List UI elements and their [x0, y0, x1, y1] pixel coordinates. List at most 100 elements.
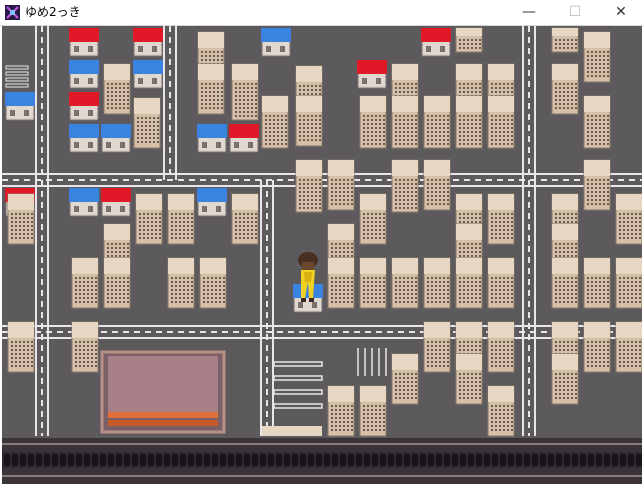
building-roof: [584, 160, 610, 176]
rail-tie: [228, 454, 234, 466]
rail-tie: [628, 454, 634, 466]
house-roof: [133, 60, 163, 74]
building-roof: [424, 160, 450, 176]
building-roof: [488, 194, 514, 210]
rail-tie: [236, 454, 242, 466]
building-roof: [360, 96, 386, 112]
house-window: [106, 206, 111, 212]
rail-tie: [548, 454, 554, 466]
house-roof: [69, 60, 99, 74]
rail-tie: [132, 454, 138, 466]
building-roof: [232, 64, 258, 80]
house-window: [216, 142, 221, 148]
rail-tie: [100, 454, 106, 466]
building-roof: [104, 224, 130, 240]
rail-tie: [428, 454, 434, 466]
building-roof: [584, 258, 610, 274]
building-roof: [296, 160, 322, 176]
rail-tie: [76, 454, 82, 466]
house-window: [120, 142, 125, 148]
house-window: [138, 46, 143, 52]
house-window: [440, 46, 445, 52]
rail-tie: [268, 454, 274, 466]
building-roof: [104, 64, 130, 80]
building-roof: [584, 322, 610, 338]
house-window: [74, 78, 79, 84]
rail-tie: [164, 454, 170, 466]
rail-tie: [596, 454, 602, 466]
rail-tie: [84, 454, 90, 466]
rail-tie: [28, 454, 34, 466]
game-viewport[interactable]: [2, 26, 642, 484]
building-roof: [104, 258, 130, 274]
rail-tie: [108, 454, 114, 466]
house-window: [74, 110, 79, 116]
rail-tie: [4, 454, 10, 466]
rail-tie: [444, 454, 450, 466]
building-roof: [360, 194, 386, 210]
house-window: [152, 78, 157, 84]
house-roof: [357, 60, 387, 74]
building-roof: [488, 322, 514, 338]
house-window: [88, 78, 93, 84]
house-window: [248, 142, 253, 148]
building-roof: [616, 194, 642, 210]
house-roof: [133, 28, 163, 42]
building-roof: [392, 64, 418, 80]
house-window: [120, 206, 125, 212]
rail-tie: [492, 454, 498, 466]
building-roof: [168, 258, 194, 274]
rail-tie: [196, 454, 202, 466]
rail-tie: [44, 454, 50, 466]
rail-tie: [524, 454, 530, 466]
rail-tie: [68, 454, 74, 466]
plaza-steps: [108, 412, 218, 418]
house-roof: [421, 28, 451, 42]
rail-tie: [388, 454, 394, 466]
building-roof: [72, 322, 98, 338]
house-window: [426, 46, 431, 52]
building-roof: [360, 258, 386, 274]
house-window: [234, 142, 239, 148]
building-roof: [584, 96, 610, 112]
rail-tie: [60, 454, 66, 466]
building-roof: [552, 224, 578, 240]
rail-tie: [92, 454, 98, 466]
building-roof: [456, 96, 482, 112]
building-roof: [488, 258, 514, 274]
rail-tie: [612, 454, 618, 466]
rail-tie: [148, 454, 154, 466]
rail-tie: [252, 454, 258, 466]
rail-tie: [412, 454, 418, 466]
rail-tie: [500, 454, 506, 466]
maximize-button[interactable]: ☐: [552, 0, 598, 25]
window-title: ゆめ2っき: [25, 5, 81, 19]
building-roof: [392, 258, 418, 274]
rail-tie: [276, 454, 282, 466]
house-window: [216, 206, 221, 212]
building-roof: [72, 258, 98, 274]
building-roof: [328, 224, 354, 240]
house-roof: [69, 124, 99, 138]
rail-tie: [308, 454, 314, 466]
close-button[interactable]: ✕: [598, 0, 644, 25]
building-roof: [456, 322, 482, 338]
house-window: [74, 142, 79, 148]
rail-tie: [404, 454, 410, 466]
building-roof: [552, 258, 578, 274]
rail-tie: [588, 454, 594, 466]
rail-tie: [220, 454, 226, 466]
rail-tie: [52, 454, 58, 466]
building-roof: [616, 322, 642, 338]
building-roof: [328, 258, 354, 274]
building-roof: [200, 258, 226, 274]
minimize-button[interactable]: —: [506, 0, 552, 25]
rail-tie: [316, 454, 322, 466]
rail-tie: [356, 454, 362, 466]
rail-tie: [572, 454, 578, 466]
rail-tie: [324, 454, 330, 466]
building-roof: [552, 322, 578, 338]
low-roof: [262, 426, 322, 436]
rail-tie: [20, 454, 26, 466]
house-roof: [229, 124, 259, 138]
